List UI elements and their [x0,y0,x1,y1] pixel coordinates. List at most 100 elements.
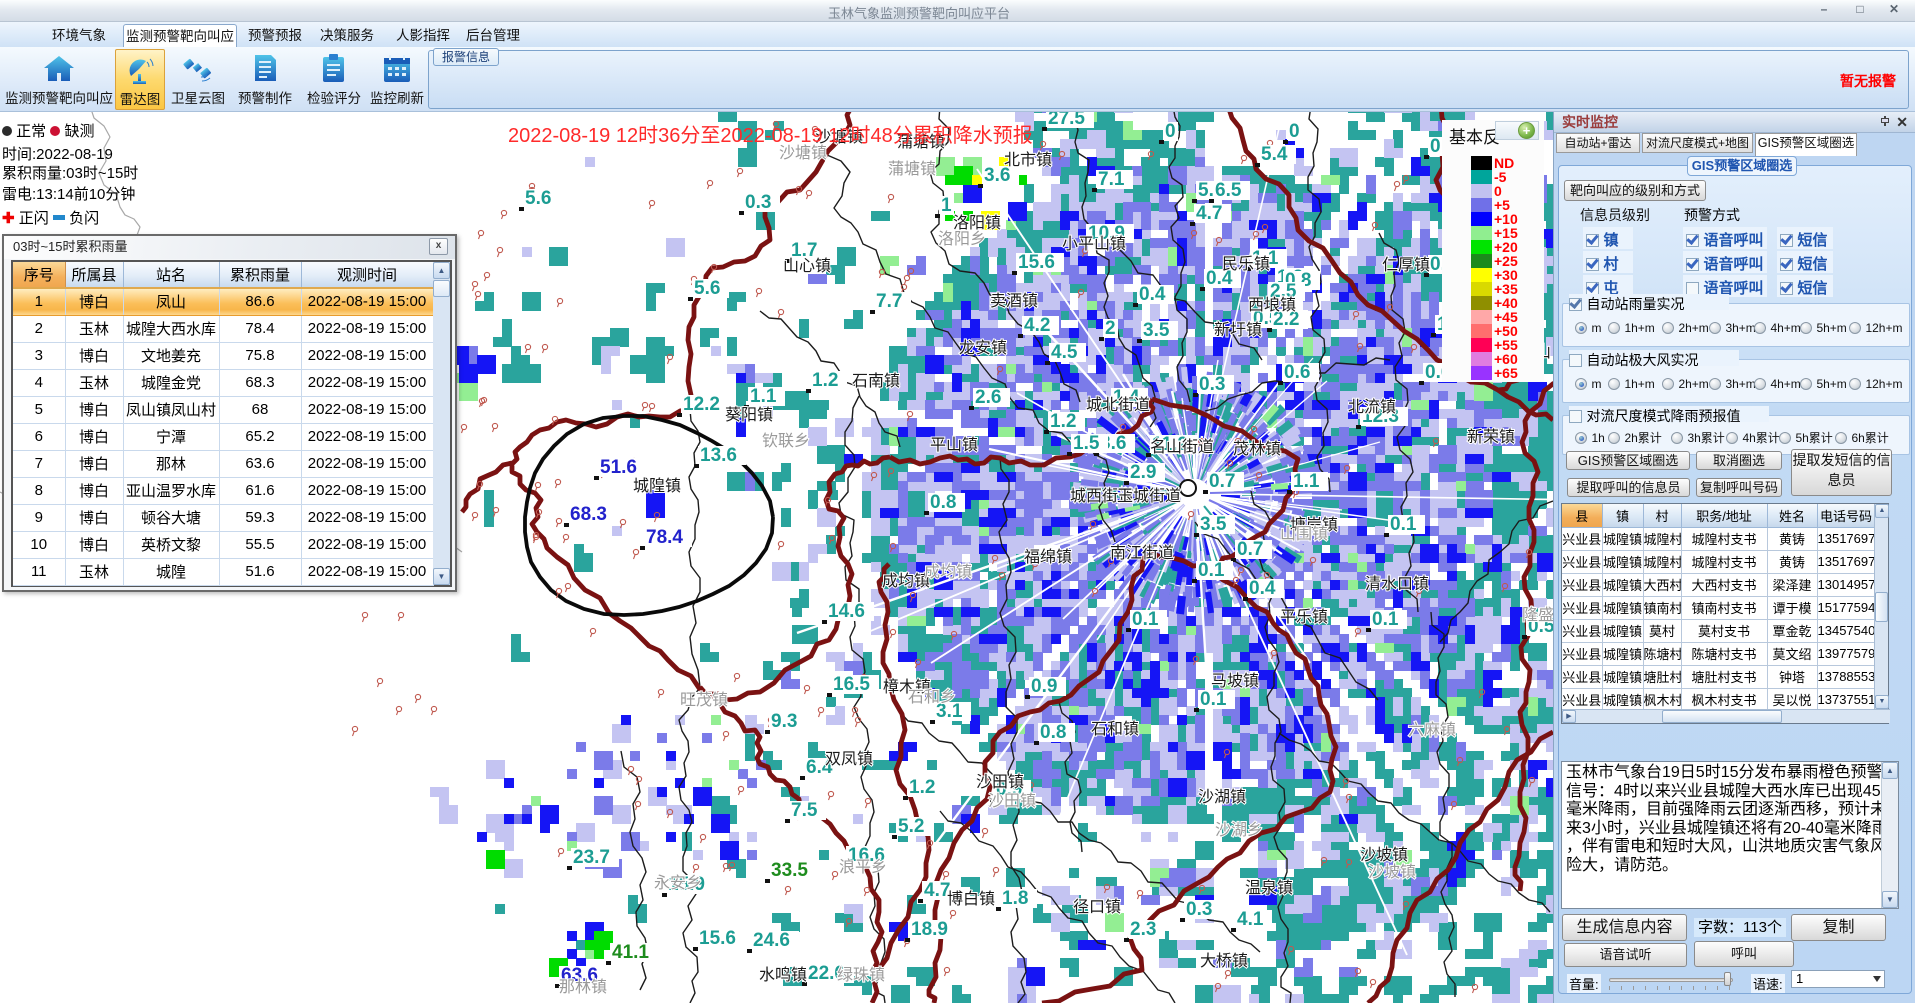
svg-text:浪平乡: 浪平乡 [839,858,887,876]
svg-text:石南镇: 石南镇 [852,372,900,390]
svg-text:12.2: 12.2 [683,394,720,415]
svg-text:1.2: 1.2 [1050,411,1076,432]
svg-text:玉城街道: 玉城街道 [1117,487,1181,505]
svg-text:旺茂镇: 旺茂镇 [680,691,728,709]
svg-text:5.6: 5.6 [694,278,720,299]
svg-text:1.2: 1.2 [812,370,838,391]
svg-text:沙坡镇: 沙坡镇 [1360,846,1408,864]
svg-text:3.5: 3.5 [1200,514,1227,535]
svg-text:石和镇: 石和镇 [1091,720,1139,738]
svg-text:沙田镇: 沙田镇 [976,773,1024,791]
svg-text:2: 2 [1105,318,1116,339]
svg-text:4.2: 4.2 [1024,315,1050,336]
svg-text:新圩镇: 新圩镇 [1214,321,1262,339]
svg-text:5.4: 5.4 [1261,144,1288,165]
svg-text:新荣镇: 新荣镇 [1467,428,1515,446]
svg-text:0.3: 0.3 [745,192,771,213]
svg-text:0.3: 0.3 [1199,374,1225,395]
svg-text:水鸣镇: 水鸣镇 [759,966,807,984]
svg-text:0.6: 0.6 [1284,362,1310,383]
svg-text:龙安镇: 龙安镇 [959,339,1007,357]
svg-text:蒲塘镇: 蒲塘镇 [888,160,936,178]
svg-text:平山镇: 平山镇 [930,436,978,454]
svg-text:六麻镇: 六麻镇 [1408,721,1456,739]
svg-text:23.7: 23.7 [573,847,610,868]
svg-text:仁厚镇: 仁厚镇 [1382,256,1430,274]
svg-text:6.5: 6.5 [1215,180,1242,201]
svg-text:径口镇: 径口镇 [1073,898,1121,916]
svg-text:沙田镇: 沙田镇 [988,792,1036,810]
svg-text:1.1: 1.1 [750,386,777,407]
svg-text:洛阳镇: 洛阳镇 [953,214,1001,232]
svg-text:7.5: 7.5 [791,800,818,821]
svg-text:双凤镇: 双凤镇 [825,750,873,768]
svg-text:平乐镇: 平乐镇 [1280,608,1328,626]
svg-text:0.3: 0.3 [1186,899,1212,920]
svg-text:名山街道: 名山街道 [1150,438,1214,456]
svg-text:民乐镇: 民乐镇 [1222,255,1270,273]
svg-text:9.3: 9.3 [771,711,797,732]
svg-text:2.6: 2.6 [975,387,1001,408]
svg-text:城隍镇: 城隍镇 [633,477,681,495]
svg-text:北流镇: 北流镇 [1348,398,1396,416]
svg-text:1.1: 1.1 [1293,471,1320,492]
svg-text:卖酒镇: 卖酒镇 [990,292,1038,310]
svg-text:那林镇: 那林镇 [559,978,607,996]
svg-text:5.6: 5.6 [525,188,551,209]
svg-text:7.7: 7.7 [876,291,902,312]
svg-text:沙湖乡: 沙湖乡 [1215,821,1263,839]
svg-text:成均镇: 成均镇 [882,572,930,590]
svg-text:0: 0 [1165,121,1176,142]
svg-text:山围镇: 山围镇 [1280,525,1328,543]
svg-text:0.8: 0.8 [1040,722,1066,743]
svg-text:0.9: 0.9 [1031,676,1057,697]
svg-text:7.1: 7.1 [1098,169,1125,190]
svg-text:1.5: 1.5 [1073,433,1100,454]
svg-text:葵阳镇: 葵阳镇 [725,406,773,424]
svg-text:14.6: 14.6 [828,601,865,622]
svg-text:4.5: 4.5 [1051,342,1078,363]
svg-text:4.1: 4.1 [1237,909,1264,930]
svg-text:78.4: 78.4 [646,527,683,548]
svg-text:城北街道: 城北街道 [1086,396,1150,414]
svg-text:51.6: 51.6 [600,457,637,478]
svg-text:博白镇: 博白镇 [947,890,995,908]
svg-text:西埌镇: 西埌镇 [1248,296,1296,314]
svg-text:15.6: 15.6 [1018,252,1055,273]
svg-text:石和乡: 石和乡 [908,688,956,706]
svg-text:1: 1 [941,195,952,216]
svg-text:隆盛镇: 隆盛镇 [1522,606,1553,624]
svg-text:马坡镇: 马坡镇 [1211,672,1259,690]
svg-text:0.1: 0.1 [1372,609,1399,630]
svg-text:15.6: 15.6 [699,928,736,949]
svg-text:0.1: 0.1 [1200,689,1227,710]
svg-text:沙湖镇: 沙湖镇 [1198,788,1246,806]
svg-text:16.5: 16.5 [833,674,870,695]
svg-text:北市镇: 北市镇 [1004,151,1052,169]
svg-text:0: 0 [1430,136,1441,157]
svg-text:成均镇: 成均镇 [924,563,972,581]
svg-text:0.8: 0.8 [930,492,956,513]
svg-text:3.5: 3.5 [1143,320,1170,341]
svg-text:茂林镇: 茂林镇 [1233,440,1281,458]
svg-text:清水口镇: 清水口镇 [1365,575,1429,593]
svg-text:0.1: 0.1 [1390,514,1417,535]
svg-text:0.1: 0.1 [1132,609,1159,630]
svg-text:1.8: 1.8 [1002,888,1028,909]
svg-text:13.6: 13.6 [700,445,737,466]
svg-text:0: 0 [1289,121,1300,142]
svg-text:洛阳乡: 洛阳乡 [938,230,986,248]
svg-text:钦联乡: 钦联乡 [762,432,810,450]
svg-text:0.7: 0.7 [1237,539,1263,560]
svg-text:5.2: 5.2 [898,816,924,837]
svg-text:24.6: 24.6 [753,930,790,951]
svg-text:4.7: 4.7 [1196,203,1222,224]
svg-text:0.7: 0.7 [1209,471,1235,492]
svg-text:68.3: 68.3 [570,504,607,525]
svg-text:2.9: 2.9 [1130,462,1156,483]
svg-text:小平山镇: 小平山镇 [1062,235,1126,253]
svg-text:山心镇: 山心镇 [783,257,831,275]
svg-text:0.1: 0.1 [1198,560,1225,581]
svg-text:41.1: 41.1 [612,942,649,963]
svg-text:2.3: 2.3 [1130,919,1156,940]
